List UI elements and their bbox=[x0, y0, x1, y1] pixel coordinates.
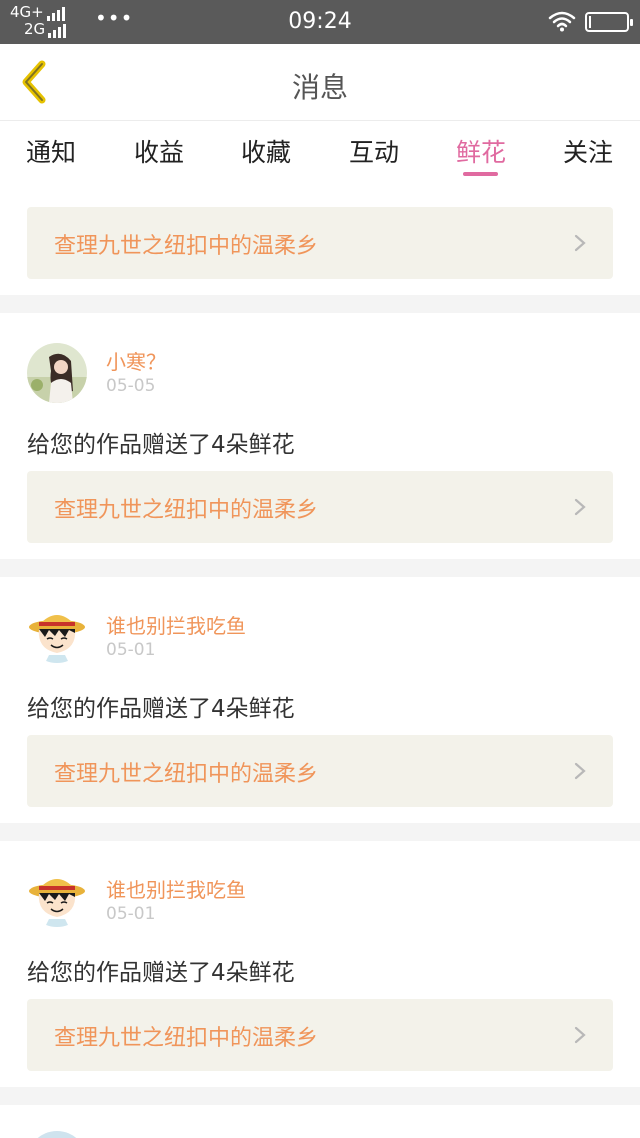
list-item: 查理九世之纽扣中的温柔乡 bbox=[0, 179, 640, 295]
chevron-right-icon bbox=[574, 234, 586, 252]
list-item bbox=[0, 1105, 640, 1138]
message-text: 给您的作品赠送了4朵鲜花 bbox=[27, 960, 295, 986]
clock: 09:24 bbox=[288, 9, 352, 34]
avatar-girl-icon bbox=[27, 343, 87, 403]
chevron-right-icon bbox=[574, 498, 586, 516]
date: 05-01 bbox=[106, 904, 156, 924]
active-tab-indicator bbox=[463, 172, 498, 176]
tab-notifications[interactable]: 通知 bbox=[6, 133, 96, 169]
work-link[interactable]: 查理九世之纽扣中的温柔乡 bbox=[27, 735, 613, 807]
work-title: 查理九世之纽扣中的温柔乡 bbox=[54, 498, 319, 523]
avatar-straw-hat-icon bbox=[27, 603, 87, 663]
chevron-right-icon bbox=[574, 1026, 586, 1044]
page-title: 消息 bbox=[291, 71, 348, 104]
header: 消息 bbox=[0, 44, 640, 121]
avatar[interactable] bbox=[27, 603, 87, 663]
work-link[interactable]: 查理九世之纽扣中的温柔乡 bbox=[27, 999, 613, 1071]
tab-bar: 通知 收益 收藏 互动 鲜花 关注 bbox=[0, 121, 640, 179]
work-link[interactable]: 查理九世之纽扣中的温柔乡 bbox=[27, 207, 613, 279]
user-name[interactable]: 谁也别拦我吃鱼 bbox=[106, 874, 246, 903]
list-item: 谁也别拦我吃鱼 05-01 给您的作品赠送了4朵鲜花 查理九世之纽扣中的温柔乡 bbox=[0, 841, 640, 1087]
user-name[interactable]: 谁也别拦我吃鱼 bbox=[106, 610, 246, 639]
user-name[interactable]: 小寒？ bbox=[106, 346, 166, 375]
work-title: 查理九世之纽扣中的温柔乡 bbox=[54, 762, 319, 787]
tab-favorites[interactable]: 收藏 bbox=[221, 133, 311, 169]
date: 05-01 bbox=[106, 640, 156, 660]
avatar[interactable] bbox=[27, 1131, 87, 1138]
avatar[interactable] bbox=[27, 867, 87, 927]
message-text: 给您的作品赠送了4朵鲜花 bbox=[27, 696, 295, 722]
chevron-right-icon bbox=[574, 762, 586, 780]
wifi-icon bbox=[548, 11, 576, 32]
date: 05-05 bbox=[106, 376, 156, 396]
list-item: 谁也别拦我吃鱼 05-01 给您的作品赠送了4朵鲜花 查理九世之纽扣中的温柔乡 bbox=[0, 577, 640, 823]
tab-following[interactable]: 关注 bbox=[543, 133, 633, 169]
flower-message-list[interactable]: 查理九世之纽扣中的温柔乡 小寒？ 05-05 给您的作品赠送了4朵鲜花 查理九世… bbox=[0, 179, 640, 1138]
status-bar: 4G+ 2G ••• 09:24 bbox=[0, 0, 640, 44]
work-title: 查理九世之纽扣中的温柔乡 bbox=[54, 234, 319, 259]
message-text: 给您的作品赠送了4朵鲜花 bbox=[27, 432, 295, 458]
tab-earnings[interactable]: 收益 bbox=[114, 133, 204, 169]
work-link[interactable]: 查理九世之纽扣中的温柔乡 bbox=[27, 471, 613, 543]
tab-flowers[interactable]: 鲜花 bbox=[436, 133, 526, 169]
battery-icon bbox=[585, 12, 633, 32]
avatar-straw-hat-icon bbox=[27, 867, 87, 927]
avatar[interactable] bbox=[27, 343, 87, 403]
tab-interactions[interactable]: 互动 bbox=[329, 133, 419, 169]
work-title: 查理九世之纽扣中的温柔乡 bbox=[54, 1026, 319, 1051]
list-item: 小寒？ 05-05 给您的作品赠送了4朵鲜花 查理九世之纽扣中的温柔乡 bbox=[0, 313, 640, 559]
